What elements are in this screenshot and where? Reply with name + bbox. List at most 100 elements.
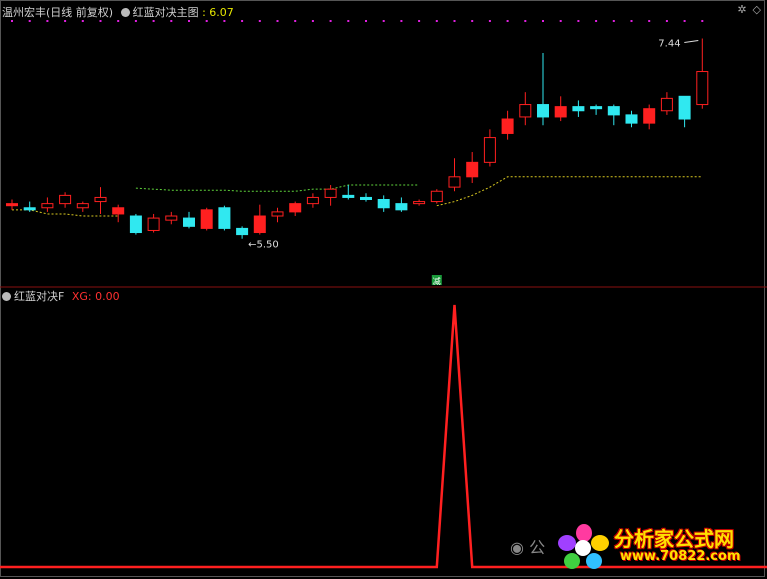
top-marker xyxy=(559,20,562,22)
candle-body xyxy=(324,188,337,198)
top-marker xyxy=(435,20,438,22)
candle-body xyxy=(590,106,603,110)
candle-body xyxy=(23,207,36,211)
candle-body xyxy=(430,190,443,203)
candle-body xyxy=(236,227,249,236)
main-indicator-name[interactable]: 红蓝对决主图 xyxy=(133,6,199,19)
support-line-green xyxy=(135,184,420,192)
top-marker xyxy=(630,20,633,22)
candle-body xyxy=(289,203,302,213)
top-marker xyxy=(701,20,704,22)
flower-logo-icon xyxy=(558,524,609,569)
wechat-text: 公 xyxy=(529,538,546,557)
candle-body xyxy=(94,196,107,203)
top-marker xyxy=(241,20,244,22)
candle-body xyxy=(147,217,160,231)
top-marker xyxy=(99,20,102,22)
candle-body xyxy=(678,95,691,120)
top-marker xyxy=(400,20,403,22)
top-marker xyxy=(152,20,155,22)
top-marker xyxy=(223,20,226,22)
top-marker xyxy=(506,20,509,22)
candle-body xyxy=(129,215,142,234)
candle-body xyxy=(501,118,514,134)
high-price-label: 7.44 xyxy=(658,39,680,50)
top-marker xyxy=(311,20,314,22)
candle-body xyxy=(306,196,319,205)
top-marker xyxy=(524,20,527,22)
candle-body xyxy=(413,201,426,205)
candle-body xyxy=(572,106,585,112)
sub-indicator-toggle-icon[interactable] xyxy=(2,292,11,301)
top-marker xyxy=(11,20,13,22)
high-arrow xyxy=(684,40,699,44)
diamond-icon[interactable]: ◇ xyxy=(753,3,761,16)
top-marker xyxy=(329,20,332,22)
period-label[interactable]: (日线 前复权) xyxy=(46,6,113,19)
candle-body xyxy=(360,196,372,201)
wechat-icon: ◉ xyxy=(510,538,524,557)
top-marker xyxy=(365,20,367,22)
top-marker xyxy=(648,20,651,22)
candle-body xyxy=(483,137,496,163)
top-marker xyxy=(294,20,297,22)
main-indicator-value: : 6.07 xyxy=(202,6,234,19)
top-marker xyxy=(46,20,49,22)
top-marker xyxy=(382,20,385,22)
top-marker xyxy=(453,20,456,22)
candle-body xyxy=(41,203,54,209)
top-marker xyxy=(134,20,137,22)
top-marker xyxy=(64,20,67,22)
top-marker xyxy=(683,20,686,22)
indicator-toggle-icon[interactable] xyxy=(120,8,130,17)
top-marker xyxy=(577,20,580,22)
candle-body xyxy=(271,211,284,217)
main-panel-header: 温州宏丰(日线 前复权) 红蓝对决主图 : 6.07 xyxy=(2,6,234,20)
candle-body xyxy=(660,97,673,112)
low-price-label: ←5.50 xyxy=(248,240,279,251)
top-marker xyxy=(81,20,84,22)
stock-name[interactable]: 温州宏丰 xyxy=(2,6,46,19)
top-marker xyxy=(117,20,120,22)
candle-body xyxy=(183,217,195,227)
signal-badge-label: 减 xyxy=(433,276,441,286)
top-marker xyxy=(188,20,190,22)
candle-body xyxy=(59,194,72,205)
site-logo: 分析家公式网 www.70822.com xyxy=(558,521,754,569)
candle-body xyxy=(165,215,178,221)
top-marker xyxy=(347,20,350,22)
support-line-yellow xyxy=(436,176,703,207)
candle-body xyxy=(253,215,266,234)
candle-body xyxy=(200,209,213,229)
candle-body xyxy=(643,108,656,124)
candle-body xyxy=(696,71,709,106)
logo-url: www.70822.com xyxy=(620,549,741,564)
candle-body xyxy=(554,106,567,118)
candle-body xyxy=(342,194,355,198)
top-marker xyxy=(542,20,544,22)
xg-value: XG: 0.00 xyxy=(71,290,120,303)
top-marker xyxy=(418,20,421,22)
candle-body xyxy=(448,176,461,188)
top-marker xyxy=(205,20,208,22)
top-marker xyxy=(471,20,474,22)
sub-panel-header: 红蓝对决F XG: 0.00 xyxy=(2,290,120,304)
candle-body xyxy=(377,199,390,209)
candle-body xyxy=(537,104,549,118)
wechat-watermark: ◉ 公 xyxy=(510,534,545,558)
top-marker xyxy=(170,20,173,22)
logo-title: 分析家公式网 xyxy=(614,527,734,551)
panel-controls: ✲ ◇ xyxy=(731,3,761,16)
candle-body xyxy=(625,114,638,124)
top-marker xyxy=(665,20,668,22)
gear-icon[interactable]: ✲ xyxy=(737,3,746,16)
candle-body xyxy=(466,161,479,178)
candle-body xyxy=(519,104,532,118)
top-marker xyxy=(276,20,279,22)
sub-indicator-name[interactable]: 红蓝对决F xyxy=(14,290,64,303)
top-marker xyxy=(595,20,598,22)
candle-body xyxy=(395,203,408,211)
candle-body xyxy=(607,106,620,116)
top-marker xyxy=(258,20,261,22)
top-marker xyxy=(612,20,615,22)
